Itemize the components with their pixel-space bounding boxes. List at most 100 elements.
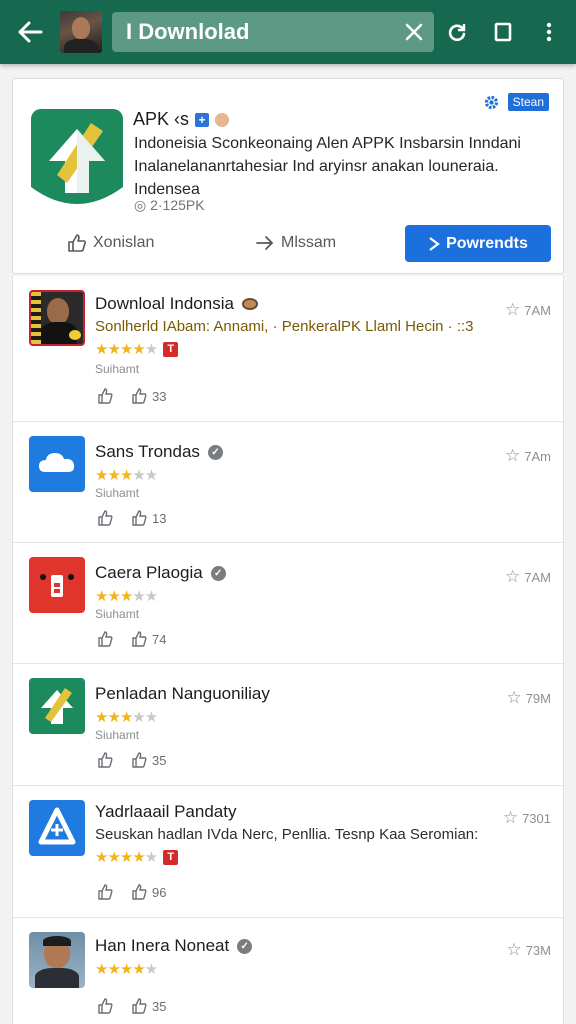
- apk-app-icon: [31, 109, 123, 204]
- app-name-text: Sans Trondas: [95, 442, 200, 461]
- rating-stars: ★★★★ ★ T: [95, 848, 179, 866]
- rating-stars: ★★★★★: [95, 588, 158, 605]
- list-item[interactable]: Penladan Nanguoniliay ★★★ ★★ Siuhamt ☆ 79…: [13, 664, 565, 786]
- like-count: 35: [152, 998, 167, 1014]
- like-button[interactable]: 33: [131, 388, 166, 404]
- like-button[interactable]: 35: [131, 752, 166, 768]
- cloud-icon: [29, 436, 85, 492]
- app-name: Sans Trondas ✓: [95, 442, 223, 462]
- person-photo-icon: [29, 932, 85, 988]
- app-meta: Siuhamt: [95, 607, 140, 621]
- thumb-up-icon: [132, 884, 147, 900]
- like-count: 13: [152, 510, 167, 526]
- list-item[interactable]: Yadrlaaail Pandaty Seuskan hadlan IVda N…: [13, 786, 565, 918]
- gear-icon[interactable]: [483, 94, 500, 111]
- download-button[interactable]: Powrendts: [405, 225, 551, 262]
- info-icon[interactable]: ✓: [207, 444, 223, 460]
- upvote-icon[interactable]: [97, 510, 113, 526]
- timestamp-text: 73M: [525, 942, 551, 958]
- star-outline-icon[interactable]: ☆: [505, 567, 520, 587]
- timestamp-text: 7301: [522, 810, 551, 826]
- featured-app-card: APK ‹s + Stean Indoneisia Sconkeonaing A…: [12, 78, 564, 274]
- star-outline-icon[interactable]: ☆: [503, 808, 518, 828]
- upvote-icon[interactable]: [97, 631, 113, 647]
- upvote-icon[interactable]: [97, 388, 113, 404]
- photo-icon: [29, 290, 85, 346]
- list-item[interactable]: Sans Trondas ✓ ★★★ ★★ Siuhamt ☆ 7Am 13: [13, 422, 565, 543]
- search-field[interactable]: I Downlolad: [112, 12, 434, 52]
- upvote-icon[interactable]: [97, 884, 113, 900]
- rating-stars: ★★★★★: [95, 961, 158, 978]
- app-name: Downloal Indonsia: [95, 294, 258, 314]
- arrow-up-icon: [29, 678, 85, 734]
- timestamp: ☆ 7AM: [505, 567, 551, 587]
- star-outline-icon[interactable]: ☆: [506, 688, 521, 708]
- info-icon[interactable]: ✓: [237, 938, 253, 954]
- settings-badge[interactable]: Stean: [507, 93, 549, 111]
- like-button[interactable]: 96: [131, 884, 166, 900]
- app-name-text: Penladan Nanguoniliay: [95, 684, 270, 703]
- more-menu-icon[interactable]: [526, 0, 572, 64]
- chevron-right-icon: [429, 236, 440, 251]
- featured-size: ◎ 2·125PK: [134, 197, 205, 213]
- back-arrow-icon: [18, 21, 43, 43]
- app-name-text: Caera Plaogia: [95, 563, 203, 582]
- share-action-label: Mlssam: [281, 234, 337, 251]
- profile-avatar[interactable]: [60, 11, 102, 53]
- tabs-icon[interactable]: [480, 0, 526, 64]
- app-name: Han Inera Noneat ✓: [95, 936, 253, 956]
- arrow-right-icon: [256, 236, 274, 250]
- search-input[interactable]: I Downlolad: [126, 19, 394, 45]
- item-actions: 35: [97, 752, 166, 768]
- like-button[interactable]: 74: [131, 631, 166, 647]
- share-action[interactable]: Mlssam: [255, 225, 336, 261]
- app-list: Downloal Indonsia Sonlherld IAbam: Annam…: [12, 276, 565, 1024]
- back-button[interactable]: [0, 0, 60, 64]
- item-actions: 74: [97, 631, 166, 647]
- app-name-text: Yadrlaaail Pandaty: [95, 802, 237, 821]
- list-item[interactable]: Caera Plaogia ✓ ★★★ ★★ Siuhamt ☆ 7AM 74: [13, 543, 565, 664]
- star-outline-icon[interactable]: ☆: [506, 940, 521, 960]
- thumb-up-icon: [132, 998, 147, 1014]
- item-actions: 33: [97, 388, 166, 404]
- thumb-up-icon: [68, 234, 86, 252]
- app-name-text: Han Inera Noneat: [95, 936, 230, 955]
- thumb-up-icon: [132, 752, 147, 768]
- like-action[interactable]: Xonislan: [67, 225, 154, 261]
- red-badge-icon: T: [163, 341, 179, 357]
- app-name: Yadrlaaail Pandaty: [95, 802, 236, 822]
- eye-icon: [241, 298, 258, 310]
- download-button-label: Powrendts: [446, 234, 528, 252]
- refresh-icon[interactable]: [434, 0, 480, 64]
- like-button[interactable]: 35: [131, 998, 166, 1014]
- clear-icon[interactable]: [394, 12, 434, 52]
- top-app-bar: I Downlolad: [0, 0, 576, 64]
- upvote-icon[interactable]: [97, 752, 113, 768]
- timestamp: ☆ 7301: [503, 808, 551, 828]
- list-item[interactable]: Han Inera Noneat ✓ ★★★★ ★ ☆ 73M 35: [13, 918, 565, 1024]
- app-subtitle: Sonlherld IAbam: Annami, · PenkeralPK Ll…: [95, 318, 474, 335]
- timestamp: ☆ 73M: [506, 940, 551, 960]
- info-icon[interactable]: ✓: [210, 565, 226, 581]
- star-outline-icon[interactable]: ☆: [505, 300, 520, 320]
- timestamp-text: 7AM: [524, 569, 551, 585]
- timestamp-text: 7Am: [524, 448, 551, 464]
- like-count: 35: [152, 752, 167, 768]
- timestamp-text: 79M: [525, 690, 551, 706]
- app-name-text: Downloal Indonsia: [95, 294, 234, 313]
- like-action-label: Xonislan: [93, 234, 155, 251]
- featured-title: APK ‹s +: [133, 109, 230, 130]
- settings-area[interactable]: Stean: [483, 93, 549, 111]
- list-item[interactable]: Downloal Indonsia Sonlherld IAbam: Annam…: [13, 276, 565, 422]
- app-meta: Suihamt: [95, 362, 140, 376]
- upvote-icon[interactable]: [97, 998, 113, 1014]
- thumb-up-icon: [132, 631, 147, 647]
- like-button[interactable]: 13: [131, 510, 166, 526]
- timestamp-text: 7AM: [524, 302, 551, 318]
- like-count: 74: [152, 631, 167, 647]
- item-actions: 96: [97, 884, 166, 900]
- like-count: 96: [152, 884, 167, 900]
- rating-stars: ★★★★★: [95, 467, 158, 484]
- star-outline-icon[interactable]: ☆: [505, 446, 520, 466]
- like-count: 33: [152, 388, 167, 404]
